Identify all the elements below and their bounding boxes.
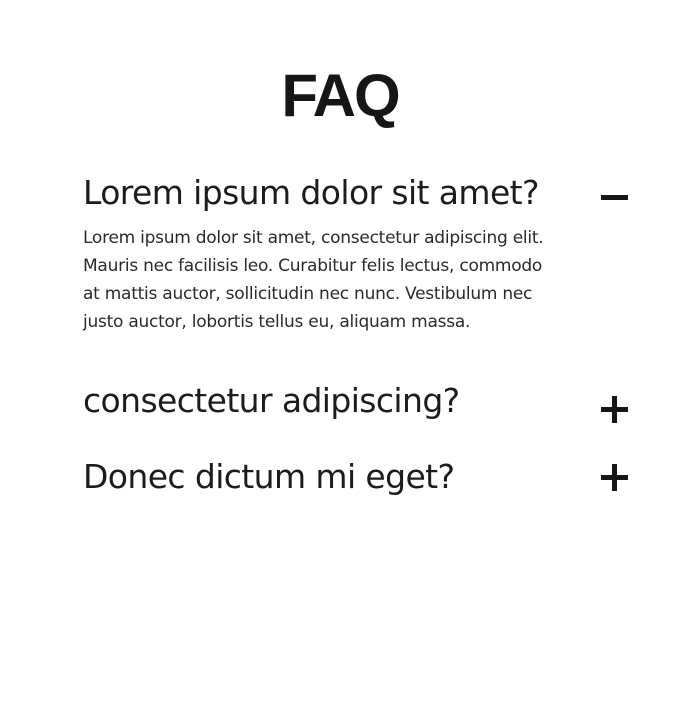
faq-answer: Lorem ipsum dolor sit amet, consectetur …: [83, 228, 544, 332]
plus-icon[interactable]: [600, 463, 630, 493]
plus-icon[interactable]: [600, 395, 630, 425]
page-title: FAQ: [281, 62, 400, 129]
faq-item: Donec dictum mi eget?: [83, 457, 633, 497]
faq-item: Lorem ipsum dolor sit amet?: [83, 173, 633, 213]
faq-item: consectetur adipiscing?: [83, 381, 633, 421]
minus-icon[interactable]: [600, 183, 630, 213]
faq-question[interactable]: Donec dictum mi eget?: [83, 457, 633, 497]
faq-question[interactable]: Lorem ipsum dolor sit amet?: [83, 173, 633, 213]
faq-question[interactable]: consectetur adipiscing?: [83, 381, 633, 421]
